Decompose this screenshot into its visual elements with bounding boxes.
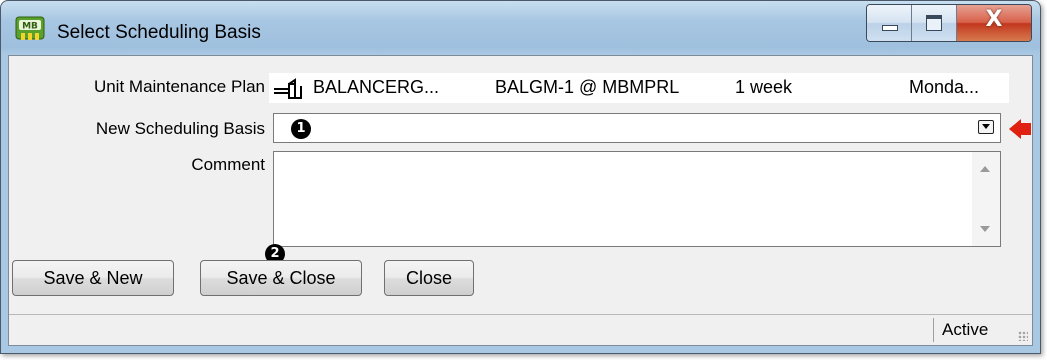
save-close-button[interactable]: Save & Close <box>200 260 362 296</box>
status-text: Active <box>942 320 989 339</box>
comment-label: Comment <box>191 155 265 174</box>
save-new-button[interactable]: Save & New <box>12 260 174 296</box>
minimize-icon <box>882 25 898 31</box>
plan-code: BALANCERG... <box>313 77 440 97</box>
plan-interval: 1 week <box>735 77 793 97</box>
plan-location: BALGM-1 @ MBMPRL <box>495 77 680 97</box>
comment-scrollbar[interactable] <box>972 152 1000 246</box>
scroll-down-icon[interactable] <box>980 226 990 232</box>
plan-label: Unit Maintenance Plan <box>93 77 265 96</box>
status-separator <box>933 318 934 342</box>
status-bar: Active <box>9 314 1032 345</box>
resize-grip-icon[interactable] <box>1018 331 1028 341</box>
plan-day: Monda... <box>909 77 980 97</box>
title-bar[interactable]: MB Select Scheduling Basis X <box>1 1 1040 55</box>
scroll-up-icon[interactable] <box>980 166 990 172</box>
basis-label: New Scheduling Basis <box>95 119 265 138</box>
maximize-button[interactable] <box>912 5 957 41</box>
close-window-button[interactable]: X <box>957 5 1031 41</box>
plan-row: BALANCERG... BALGM-1 @ MBMPRL 1 week Mon… <box>269 73 1009 103</box>
dialog-body: Unit Maintenance Plan BALANCERG... BALGM… <box>8 55 1033 346</box>
caption-buttons: X <box>866 4 1032 42</box>
maximize-icon <box>926 15 942 31</box>
chevron-down-icon[interactable] <box>978 120 994 134</box>
red-arrow-stem <box>1020 123 1031 135</box>
comment-textarea[interactable] <box>273 151 1001 247</box>
scheduling-basis-dropdown[interactable] <box>273 113 1001 143</box>
minimize-button[interactable] <box>867 5 912 41</box>
window-title: Select Scheduling Basis <box>57 22 261 43</box>
annotation-badge-1: 1 <box>291 119 311 139</box>
dialog-window: MB Select Scheduling Basis X Unit Mainte… <box>0 0 1041 354</box>
svg-text:MB: MB <box>22 22 38 32</box>
close-button[interactable]: Close <box>384 260 474 296</box>
app-icon: MB <box>15 16 45 40</box>
close-icon: X <box>985 7 1003 32</box>
plan-icon <box>274 78 302 99</box>
